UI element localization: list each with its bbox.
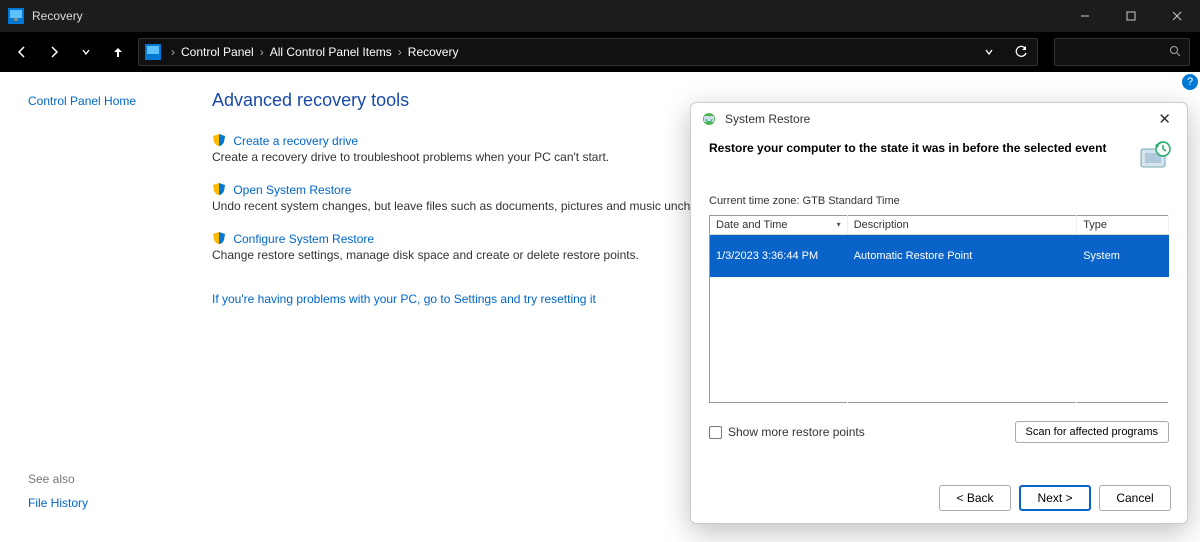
window-controls bbox=[1062, 0, 1200, 32]
titlebar: Recovery bbox=[0, 0, 1200, 32]
dialog-close-button[interactable]: ✕ bbox=[1152, 108, 1177, 130]
column-type[interactable]: Type bbox=[1077, 216, 1169, 235]
breadcrumb-item[interactable]: Control Panel bbox=[179, 45, 256, 59]
control-panel-home-link[interactable]: Control Panel Home bbox=[28, 94, 136, 108]
cell-type: System bbox=[1077, 235, 1169, 277]
location-icon bbox=[145, 44, 161, 60]
restore-points-table[interactable]: Date and Time▾ Description Type 1/3/2023… bbox=[709, 215, 1169, 403]
dialog-titlebar: System Restore ✕ bbox=[691, 103, 1187, 135]
shield-icon bbox=[212, 182, 226, 196]
refresh-button[interactable] bbox=[1009, 40, 1033, 64]
separator-icon: › bbox=[256, 45, 268, 59]
back-button[interactable]: < Back bbox=[939, 485, 1011, 511]
help-button[interactable]: ? bbox=[1182, 74, 1198, 90]
column-description[interactable]: Description bbox=[847, 216, 1077, 235]
create-recovery-drive-link[interactable]: Create a recovery drive bbox=[233, 134, 358, 148]
file-history-link[interactable]: File History bbox=[28, 496, 88, 510]
configure-system-restore-link[interactable]: Configure System Restore bbox=[233, 232, 374, 246]
sort-desc-icon: ▾ bbox=[837, 220, 841, 229]
shield-icon bbox=[212, 133, 226, 147]
forward-button[interactable] bbox=[42, 40, 66, 64]
dialog-title: System Restore bbox=[725, 112, 810, 126]
separator-icon: › bbox=[394, 45, 406, 59]
dialog-body: Restore your computer to the state it wa… bbox=[691, 135, 1187, 455]
app-icon bbox=[8, 8, 24, 24]
window-title: Recovery bbox=[32, 9, 83, 23]
address-bar[interactable]: › Control Panel › All Control Panel Item… bbox=[138, 38, 1038, 66]
close-button[interactable] bbox=[1154, 0, 1200, 32]
see-also-section: See also File History bbox=[28, 472, 88, 510]
search-input[interactable] bbox=[1054, 38, 1190, 66]
reset-pc-link[interactable]: If you're having problems with your PC, … bbox=[212, 292, 596, 306]
show-more-checkbox[interactable] bbox=[709, 426, 722, 439]
timezone-label: Current time zone: GTB Standard Time bbox=[709, 195, 1169, 207]
scan-affected-button[interactable]: Scan for affected programs bbox=[1015, 421, 1169, 443]
cell-date: 1/3/2023 3:36:44 PM bbox=[710, 235, 848, 277]
show-more-label[interactable]: Show more restore points bbox=[728, 425, 865, 439]
next-button[interactable]: Next > bbox=[1019, 485, 1091, 511]
restore-big-icon bbox=[1137, 139, 1173, 175]
separator-icon: › bbox=[167, 45, 179, 59]
sidebar: Control Panel Home See also File History bbox=[0, 72, 200, 108]
cell-description: Automatic Restore Point bbox=[847, 235, 1077, 277]
see-also-header: See also bbox=[28, 472, 88, 486]
dialog-options-row: Show more restore points Scan for affect… bbox=[709, 421, 1169, 443]
up-button[interactable] bbox=[106, 40, 130, 64]
shield-icon bbox=[212, 231, 226, 245]
minimize-button[interactable] bbox=[1062, 0, 1108, 32]
system-restore-dialog: System Restore ✕ Restore your computer t… bbox=[690, 102, 1188, 524]
restore-point-row[interactable]: 1/3/2023 3:36:44 PM Automatic Restore Po… bbox=[710, 235, 1169, 277]
breadcrumb-item[interactable]: Recovery bbox=[406, 45, 461, 59]
breadcrumb-item[interactable]: All Control Panel Items bbox=[268, 45, 394, 59]
recent-dropdown[interactable] bbox=[74, 40, 98, 64]
column-date[interactable]: Date and Time▾ bbox=[710, 216, 848, 235]
history-dropdown-icon[interactable] bbox=[977, 40, 1001, 64]
back-button[interactable] bbox=[10, 40, 34, 64]
dialog-footer: < Back Next > Cancel bbox=[939, 485, 1171, 511]
system-restore-icon bbox=[701, 111, 717, 127]
search-icon bbox=[1169, 45, 1181, 60]
dialog-heading: Restore your computer to the state it wa… bbox=[709, 141, 1169, 155]
recovery-window: Recovery › Control Panel › All Control P… bbox=[0, 0, 1200, 542]
maximize-button[interactable] bbox=[1108, 0, 1154, 32]
open-system-restore-link[interactable]: Open System Restore bbox=[233, 183, 351, 197]
navbar: › Control Panel › All Control Panel Item… bbox=[0, 32, 1200, 72]
cancel-button[interactable]: Cancel bbox=[1099, 485, 1171, 511]
